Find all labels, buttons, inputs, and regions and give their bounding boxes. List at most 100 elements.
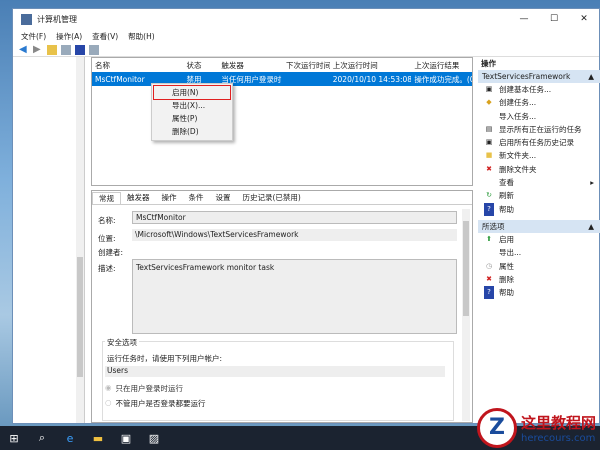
up-folder-icon[interactable] [47,44,57,55]
menu-view[interactable]: 查看(V) [92,31,118,42]
search-icon[interactable]: ⌕ [28,431,56,445]
col-last-result[interactable]: 上次运行结果 [411,60,472,71]
delete-icon: ✖ [486,164,492,173]
context-enable[interactable]: 启用(N) [153,85,231,100]
edge-icon[interactable]: e [56,432,84,445]
action-enable-history[interactable]: ▣ 启用所有任务历史记录 [478,136,600,149]
detail-tabs: 常规 触发器 操作 条件 设置 历史记录(已禁用) [92,191,472,205]
tab-actions[interactable]: 操作 [156,192,183,203]
detail-scrollbar[interactable] [462,209,470,421]
col-trigger[interactable]: 触发器 [218,60,283,71]
table-row[interactable]: MsCtfMonitor 禁用 当任何用户登录时 2020/10/10 14:5… [92,72,472,86]
watermark-name: 这里教程网 [520,414,596,432]
security-title: 安全选项 [105,337,139,348]
store-icon[interactable]: ▣ [112,432,140,445]
menu-action[interactable]: 操作(A) [56,31,82,42]
radio1-label: 只在用户登录时运行 [115,384,184,393]
app-icon [21,13,32,25]
start-icon[interactable]: ⊞ [0,432,28,445]
user-account: Users [105,366,445,377]
history-icon: ▣ [485,138,493,147]
task-icon: ▣ [485,85,493,93]
context-properties[interactable]: 属性(P) [152,112,232,125]
tab-triggers[interactable]: 触发器 [121,192,156,203]
forward-icon[interactable]: ▶ [33,44,43,55]
col-last-run[interactable]: 上次运行时间 [330,60,412,71]
label: 帮助 [499,288,514,298]
action-import-task[interactable]: 导入任务... [478,110,600,123]
name-field[interactable]: MsCtfMonitor [132,211,457,224]
task-list: 名称 状态 触发器 下次运行时间 上次运行时间 上次运行结果 MsCtfMoni… [91,57,473,186]
window-title: 计算机管理 [37,14,77,24]
show-hide-tree-icon[interactable] [61,44,71,55]
actions-pane: 操作 TextServicesFramework ▲ ▣ 创建基本任务... ◆ 创建… [478,57,600,423]
show-hide-action-pane-icon[interactable] [89,44,99,55]
group1-label: TextServicesFramework [482,72,571,81]
radio2-label: 不管用户是否登录都要运行 [115,399,206,408]
actions-title: 操作 [481,59,496,68]
list-icon: ▤ [485,124,493,133]
computer-management-taskbar-icon[interactable]: ▨ [140,432,168,445]
security-prompt: 运行任务时，请使用下列用户帐户: [107,354,223,363]
task-detail-panel: 常规 触发器 操作 条件 设置 历史记录(已禁用) 名称: MsCtfMonit… [91,190,473,423]
task-icon: ◆ [486,98,492,107]
action-refresh[interactable]: ↻ 刷新 [478,189,600,202]
action-display-running[interactable]: ▤ 显示所有正在运行的任务 [478,123,600,136]
back-icon[interactable]: ◀ [19,44,29,55]
label: 删除文件夹 [499,164,537,174]
description-field[interactable]: TextServicesFramework monitor task [132,259,457,334]
label: 导出... [499,248,522,258]
folder-icon: ■ [485,151,493,160]
group2-label: 所选项 [482,221,505,231]
tab-history[interactable]: 历史记录(已禁用) [237,192,307,203]
menu-help[interactable]: 帮助(H) [128,31,155,42]
action-new-folder[interactable]: ■ 新文件夹... [478,149,600,162]
help-icon: ? [484,286,494,300]
action-view[interactable]: 查看 ▸ [478,176,600,189]
action-enable[interactable]: ⬆ 启用 [478,233,600,246]
label: 启用 [499,234,514,244]
help-icon[interactable] [75,44,85,55]
action-help-2[interactable]: ? 帮助 [478,286,600,300]
tree-scrollbar[interactable] [76,57,84,423]
radio-whether-logged-on[interactable]: ○ 不管用户是否登录都要运行 [105,398,206,409]
refresh-icon: ↻ [486,191,492,200]
action-help[interactable]: ? 帮助 [478,202,600,216]
label: 导入任务... [499,111,537,121]
radio-logged-on-only[interactable]: ◉ 只在用户登录时运行 [105,383,183,394]
col-next-run[interactable]: 下次运行时间 [283,60,330,71]
label: 新文件夹... [499,151,537,161]
task-list-header: 名称 状态 触发器 下次运行时间 上次运行时间 上次运行结果 [92,58,472,72]
label: 创建任务... [499,98,537,108]
tab-settings[interactable]: 设置 [210,192,237,203]
label: 刷新 [499,191,514,201]
action-delete[interactable]: ✖ 删除 [478,273,600,286]
close-button[interactable]: ✕ [569,14,599,24]
watermark-logo: Z [476,408,517,448]
group-selected-item[interactable]: 所选项 ▲ [478,219,600,233]
center-pane: 名称 状态 触发器 下次运行时间 上次运行时间 上次运行结果 MsCtfMoni… [91,57,473,423]
file-explorer-icon[interactable]: ▬ [84,432,112,445]
context-menu: 启用(N) 导出(X)... 属性(P) 删除(D) [151,83,233,141]
col-name[interactable]: 名称 [92,60,184,71]
context-export[interactable]: 导出(X)... [152,99,232,112]
action-create-basic-task[interactable]: ▣ 创建基本任务... [478,83,600,96]
maximize-button[interactable]: ☐ [539,14,569,24]
properties-icon: ◷ [485,261,493,270]
tab-conditions[interactable]: 条件 [183,192,210,203]
action-properties[interactable]: ◷ 属性 [478,260,600,273]
label: 属性 [499,261,514,271]
label: 帮助 [499,204,514,214]
minimize-button[interactable]: — [509,14,539,24]
label: 显示所有正在运行的任务 [499,124,582,134]
action-create-task[interactable]: ◆ 创建任务... [478,96,600,109]
group-textservicesframework[interactable]: TextServicesFramework ▲ [478,70,600,83]
action-export[interactable]: 导出... [478,246,600,259]
action-delete-folder[interactable]: ✖ 删除文件夹 [478,163,600,176]
console-tree[interactable] [13,57,85,423]
context-delete[interactable]: 删除(D) [152,125,232,138]
col-status[interactable]: 状态 [184,60,219,71]
label: 查看 [499,178,514,188]
menu-file[interactable]: 文件(F) [21,31,46,42]
tab-general[interactable]: 常规 [92,191,121,204]
